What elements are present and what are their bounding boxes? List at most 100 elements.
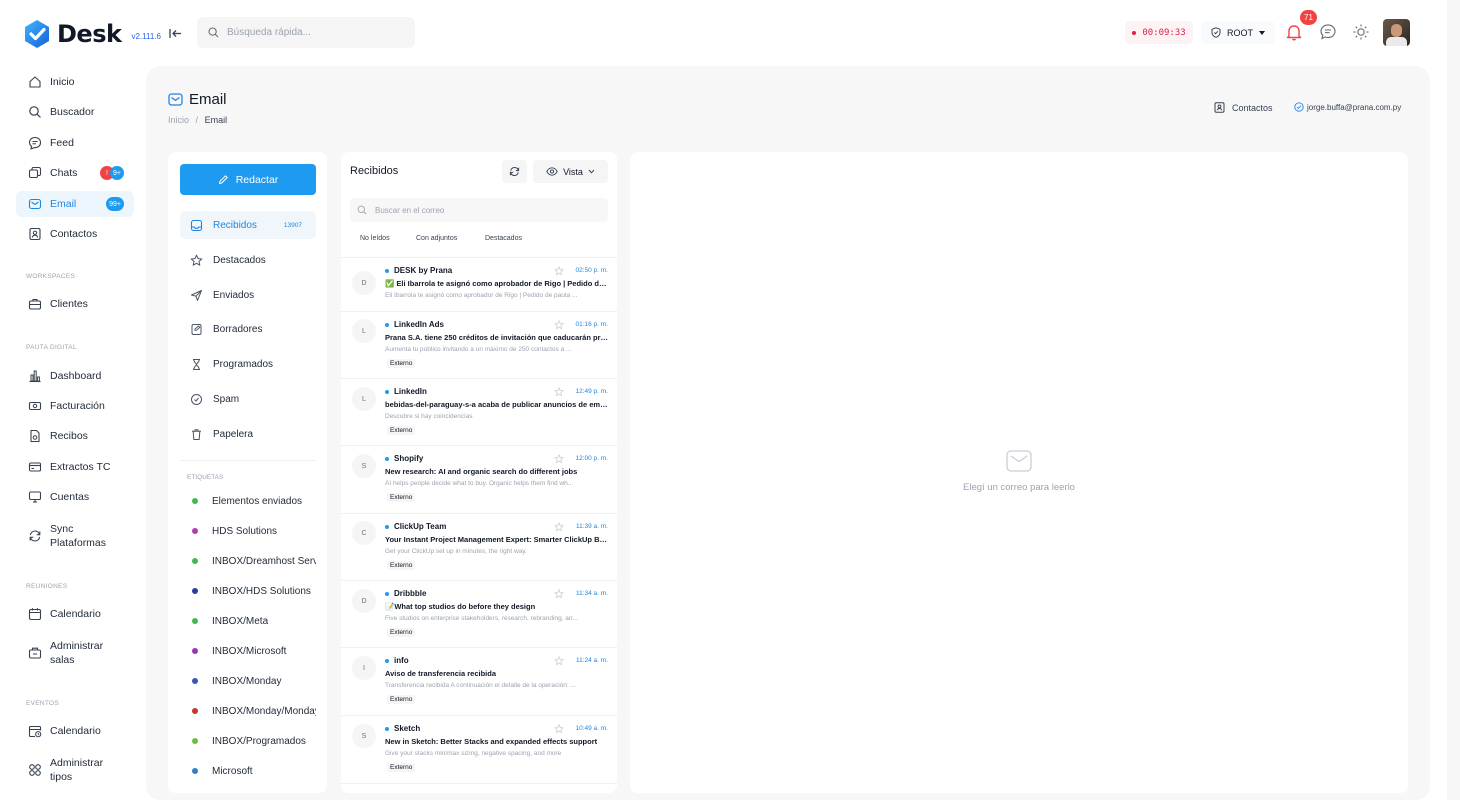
mail-list-item[interactable]: S Shopify 12:00 p. m. New research: AI a…: [341, 445, 617, 513]
user-avatar[interactable]: [1383, 19, 1410, 46]
star-icon[interactable]: [554, 589, 564, 599]
sidebar-item-buscador[interactable]: Buscador: [16, 99, 134, 125]
sidebar-item-label: Clientes: [50, 298, 88, 310]
folder-papelera[interactable]: Papelera: [180, 420, 316, 448]
label-name: Microsoft: [212, 765, 253, 777]
compose-button[interactable]: Redactar: [180, 164, 316, 195]
star-icon[interactable]: [554, 522, 564, 532]
sidebar-item-clientes[interactable]: Clientes: [16, 291, 134, 317]
sidebar-item-inicio[interactable]: Inicio: [16, 69, 134, 95]
pencil-icon: [218, 175, 228, 184]
star-icon[interactable]: [554, 656, 564, 666]
role-selector[interactable]: ROOT: [1201, 21, 1275, 44]
label-item[interactable]: INBOX/Monday: [180, 670, 316, 692]
label-item[interactable]: INBOX/Microsoft: [180, 640, 316, 662]
sidebar-item-calendario-eventos[interactable]: Calendario: [16, 718, 134, 744]
refresh-button[interactable]: [502, 160, 527, 183]
mail-search-input[interactable]: [375, 205, 595, 215]
mail-list-item[interactable]: S Sketch 10:49 a. m. New in Sketch: Bett…: [341, 715, 617, 783]
filter-unread[interactable]: No leídos: [360, 235, 390, 242]
sidebar-item-extractos-tc[interactable]: Extractos TC: [16, 454, 134, 480]
mail-sender-name: Dribbble: [394, 589, 427, 598]
contacts-link[interactable]: Contactos: [1214, 102, 1273, 113]
folder-panel: Redactar Recibidos 13907 Destacados Envi…: [168, 152, 327, 793]
sidebar-item-contactos[interactable]: Contactos: [16, 221, 134, 247]
folder-programados[interactable]: Programados: [180, 350, 316, 378]
mail-sender-name: DESK by Prana: [394, 266, 453, 275]
folder-enviados[interactable]: Enviados: [180, 281, 316, 309]
mail-sender-name: Shopify: [394, 454, 424, 463]
folder-spam[interactable]: Spam: [180, 385, 316, 413]
sidebar-item-email[interactable]: Email 99+: [16, 191, 134, 217]
label-name: INBOX/Microsoft: [212, 645, 287, 657]
mail-time: 02:50 p. m.: [575, 267, 608, 274]
label-item[interactable]: INBOX/Meta: [180, 610, 316, 632]
label-line-2: tipos: [50, 771, 73, 783]
sidebar-item-label: Cuentas: [50, 491, 90, 503]
folder-label: Destacados: [213, 254, 266, 266]
folder-count: 13907: [283, 221, 302, 229]
mail-list-item[interactable]: L LinkedIn 12:49 p. m. bebidas-del-parag…: [341, 378, 617, 445]
star-icon[interactable]: [554, 266, 564, 276]
quick-search[interactable]: [197, 17, 415, 48]
mail-list-item-partial[interactable]: [341, 783, 617, 793]
label-item[interactable]: INBOX/Programados: [180, 730, 316, 752]
account-email[interactable]: jorge.buffa@prana.com.py: [1294, 102, 1401, 112]
sidebar-item-dashboard[interactable]: Dashboard: [16, 363, 134, 389]
label-item[interactable]: INBOX/Monday/Monday: [180, 700, 316, 722]
top-bar: Desk v2.111.6 00:09:33 ROOT 71: [0, 0, 1460, 66]
messages-icon[interactable]: [1319, 23, 1337, 41]
label-color-dot: [192, 678, 198, 684]
label-item[interactable]: Elementos enviados: [180, 490, 316, 512]
theme-toggle-icon[interactable]: [1352, 23, 1370, 41]
send-icon: [191, 289, 202, 301]
mail-preview: Transferencia recibida A continuación el…: [385, 682, 576, 689]
filter-starred[interactable]: Destacados: [485, 235, 522, 242]
view-button[interactable]: Vista: [533, 160, 608, 183]
spam-shield-icon: [191, 393, 202, 405]
bar-chart-icon: [29, 370, 41, 383]
sidebar-item-cuentas[interactable]: Cuentas: [16, 484, 134, 510]
collapse-sidebar-button[interactable]: [166, 24, 184, 42]
bell-icon[interactable]: [1284, 22, 1304, 42]
star-icon[interactable]: [554, 454, 564, 464]
mail-list-item[interactable]: I info 11:24 a. m. Aviso de transferenci…: [341, 647, 617, 715]
mail-list-item[interactable]: L LinkedIn Ads 01:16 p. m. Prana S.A. ti…: [341, 311, 617, 378]
label-item[interactable]: INBOX/Dreamhost Server: [180, 550, 316, 572]
sidebar-item-label: Extractos TC: [50, 461, 111, 473]
folder-borradores[interactable]: Borradores: [180, 315, 316, 343]
mail-list-item[interactable]: C ClickUp Team 11:39 a. m. Your Instant …: [341, 513, 617, 580]
breadcrumb-inicio[interactable]: Inicio: [168, 115, 189, 125]
sidebar-item-feed[interactable]: Feed: [16, 130, 134, 156]
star-icon[interactable]: [554, 724, 564, 734]
star-icon[interactable]: [554, 387, 564, 397]
label-color-dot: [192, 738, 198, 744]
label-name: INBOX/Dreamhost Server: [212, 555, 316, 567]
session-timer[interactable]: 00:09:33: [1125, 21, 1193, 44]
sidebar-item-recibos[interactable]: Recibos: [16, 423, 134, 449]
sidebar-item-administrar-tipos[interactable]: Administrar tipos: [16, 753, 134, 787]
sidebar-item-administrar-salas[interactable]: Administrar salas: [16, 636, 134, 670]
mail-time: 12:49 p. m.: [575, 388, 608, 395]
app-logo[interactable]: Desk v2.111.6: [22, 19, 161, 49]
folder-destacados[interactable]: Destacados: [180, 246, 316, 274]
label-line-2: Plataformas: [50, 537, 107, 549]
label-item[interactable]: Microsoft: [180, 760, 316, 782]
sidebar-item-sync-plataformas[interactable]: Sync Plataformas: [16, 519, 134, 553]
quick-search-input[interactable]: [227, 27, 397, 38]
mail-search[interactable]: [350, 198, 608, 222]
sidebar-item-calendario-reuniones[interactable]: Calendario: [16, 601, 134, 627]
label-item[interactable]: HDS Solutions: [180, 520, 316, 542]
folder-recibidos[interactable]: Recibidos 13907: [180, 211, 316, 239]
mail-list-item[interactable]: D DESK by Prana 02:50 p. m. ✅ Eli Ibarro…: [341, 257, 617, 311]
sidebar-item-chats[interactable]: Chats ! 9+: [16, 160, 134, 186]
mail-sender: DESK by Prana: [385, 266, 452, 275]
label-item[interactable]: INBOX/HDS Solutions: [180, 580, 316, 602]
mail-list-item[interactable]: D Dribbble 11:34 a. m. 📝What top studios…: [341, 580, 617, 647]
filter-attachments[interactable]: Con adjuntos: [416, 235, 457, 242]
star-icon[interactable]: [554, 320, 564, 330]
sidebar-item-facturacion[interactable]: Facturación: [16, 393, 134, 419]
label-name: Elementos enviados: [212, 495, 303, 507]
contacts-link-label: Contactos: [1232, 102, 1273, 113]
sender-avatar: L: [352, 319, 376, 343]
